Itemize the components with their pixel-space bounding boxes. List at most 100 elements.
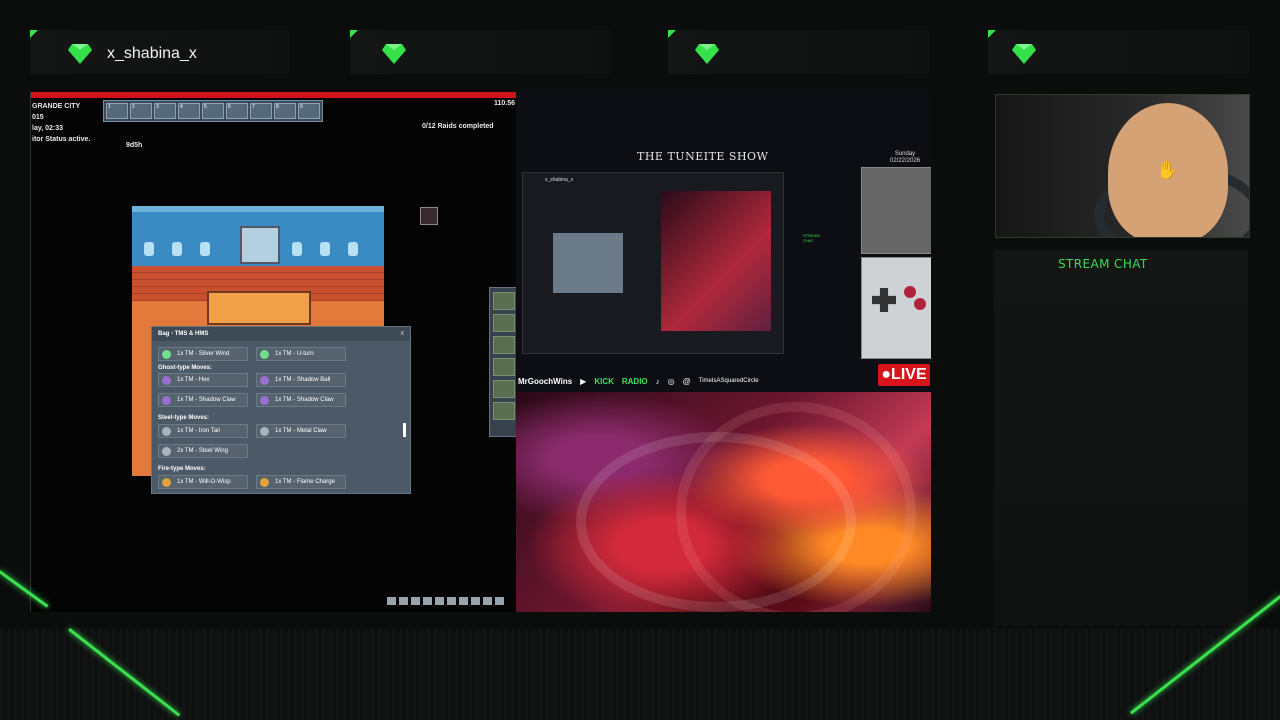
chat-panel[interactable] xyxy=(994,250,1248,626)
tm-label: 1x TM - Metal Claw xyxy=(275,428,327,434)
bag-window[interactable]: Bag - TMS & HMS x 1x TM - Silver Wind 1x… xyxy=(151,326,411,494)
show-title: THE TUNEITE SHOW xyxy=(637,150,769,163)
hotbar-slot[interactable]: 9 xyxy=(298,103,320,119)
taskbar-icon[interactable] xyxy=(399,597,408,605)
tm-item[interactable]: 1x TM - Metal Claw xyxy=(256,424,346,438)
hotbar-slot[interactable]: 6 xyxy=(226,103,248,119)
tool-button[interactable] xyxy=(493,292,515,310)
mini-chat-label: STREAM CHAT xyxy=(803,233,820,243)
taskbar-icon[interactable] xyxy=(435,597,444,605)
hotbar-slot[interactable]: 4 xyxy=(178,103,200,119)
username: x_shabina_x xyxy=(107,45,197,62)
scene-decor xyxy=(144,242,154,256)
tool-button[interactable] xyxy=(493,402,515,420)
tool-button[interactable] xyxy=(493,314,515,332)
taskbar-icon[interactable] xyxy=(471,597,480,605)
bag-title: Bag - TMS & HMS xyxy=(158,331,209,337)
slot-number: 2 xyxy=(132,104,135,110)
bag-close-button[interactable]: x xyxy=(401,330,405,337)
side-toolbar[interactable] xyxy=(489,287,517,437)
scene-decor xyxy=(348,242,358,256)
tm-item[interactable]: 1x TM - Shadow Ball xyxy=(256,373,346,387)
tm-item[interactable]: 2x TM - Steel Wing xyxy=(158,444,248,458)
tm-label: 1x TM - Silver Wind xyxy=(177,351,230,357)
slot-number: 6 xyxy=(228,104,231,110)
threads-icon: @ xyxy=(682,376,691,386)
slot-number: 7 xyxy=(252,104,255,110)
game-titlebar xyxy=(31,92,517,98)
hotbar-slot[interactable]: 8 xyxy=(274,103,296,119)
kick-label: KICK xyxy=(594,376,614,386)
bag-scrollbar[interactable] xyxy=(403,423,406,437)
circle-handle: TimeIsASquaredCircle xyxy=(698,378,759,384)
slot-number: 1 xyxy=(108,104,111,110)
taskbar-icon[interactable] xyxy=(423,597,432,605)
gem-icon xyxy=(68,44,92,64)
social-bar: MrGoochWins ▶ KICK RADIO ♪ ◎ @ TimeIsASq… xyxy=(516,370,931,392)
hotbar-slot[interactable]: 7 xyxy=(250,103,272,119)
tm-label: 1x TM - Shadow Ball xyxy=(275,377,331,383)
date-display: Sunday 02/22/2026 xyxy=(890,151,920,165)
taskbar-icon[interactable] xyxy=(411,597,420,605)
live-badge: ●LIVE xyxy=(878,364,930,386)
mini-camera xyxy=(861,167,931,254)
button-icon xyxy=(914,298,926,310)
game-taskbar[interactable] xyxy=(387,597,504,605)
stream-chat-label: STREAM CHAT xyxy=(1058,257,1148,271)
hud-line2: 015 xyxy=(32,114,44,121)
tm-item[interactable]: 1x TM - Iron Tail xyxy=(158,424,248,438)
tm-item[interactable]: 1x TM - Silver Wind xyxy=(158,347,248,361)
taskbar-icon[interactable] xyxy=(483,597,492,605)
slot-number: 5 xyxy=(204,104,207,110)
gem-icon xyxy=(1012,44,1036,64)
tm-item[interactable]: 1x TM - Flame Charge xyxy=(256,475,346,489)
tm-item[interactable]: 1x TM - Shadow Claw xyxy=(256,393,346,407)
tool-button[interactable] xyxy=(493,380,515,398)
hotbar-slot[interactable]: 2 xyxy=(130,103,152,119)
tm-label: 1x TM - U-turn xyxy=(275,351,314,357)
tm-label: 1x TM - Shadow Claw xyxy=(177,397,236,403)
category-ghost: Ghost-type Moves: xyxy=(158,365,213,371)
hotbar-slot[interactable]: 1 xyxy=(106,103,128,119)
hud-status: itor Status active. xyxy=(32,136,91,143)
tm-item[interactable]: 1x TM - U-turn xyxy=(256,347,346,361)
tool-button[interactable] xyxy=(493,336,515,354)
tm-label: 2x TM - Steel Wing xyxy=(177,448,228,454)
tm-label: 1x TM - Iron Tail xyxy=(177,428,220,434)
gem-icon xyxy=(695,44,719,64)
tiktok-icon: ♪ xyxy=(655,376,660,386)
wallpaper-wave xyxy=(676,402,916,612)
gem-icon xyxy=(382,44,406,64)
scene-door xyxy=(240,226,280,264)
raid-icon[interactable] xyxy=(420,207,438,225)
tm-label: 1x TM - Hex xyxy=(177,377,210,383)
taskbar-icon[interactable] xyxy=(495,597,504,605)
slot-number: 4 xyxy=(180,104,183,110)
tm-item[interactable]: 1x TM - Will-O-Wisp xyxy=(158,475,248,489)
tm-item[interactable]: 1x TM - Hex xyxy=(158,373,248,387)
scene-counter xyxy=(207,291,311,325)
mini-game xyxy=(553,233,623,293)
webcam: ✋ xyxy=(995,94,1250,238)
category-steel: Steel-type Moves: xyxy=(158,415,210,421)
scene-decor xyxy=(320,242,330,256)
item-hotbar[interactable]: 1 2 3 4 5 6 7 8 9 xyxy=(103,100,323,122)
hotbar-slot[interactable]: 5 xyxy=(202,103,224,119)
hotbar-slot[interactable]: 3 xyxy=(154,103,176,119)
mini-overlay: x_shabina_x STREAM CHAT xyxy=(522,172,820,354)
bag-list[interactable]: 1x TM - Silver Wind 1x TM - U-turn Ghost… xyxy=(152,341,410,493)
location-label: GRANDE CITY xyxy=(32,103,81,110)
date-value: 02/22/2026 xyxy=(890,158,921,164)
taskbar-icon[interactable] xyxy=(447,597,456,605)
fps-readout: 110.56 xyxy=(494,100,516,107)
game-window[interactable]: GRANDE CITY 015 lay, 02:33 itor Status a… xyxy=(30,92,517,612)
hand-icon: ✋ xyxy=(1156,160,1179,180)
taskbar-icon[interactable] xyxy=(387,597,396,605)
mini-username: x_shabina_x xyxy=(545,177,574,183)
mini-stream xyxy=(661,191,771,331)
stream-preview: THE TUNEITE SHOW Sunday 02/22/2026 x_shab… xyxy=(516,92,931,612)
play-icon: ▶ xyxy=(580,376,587,386)
taskbar-icon[interactable] xyxy=(459,597,468,605)
tm-item[interactable]: 1x TM - Shadow Claw xyxy=(158,393,248,407)
tool-button[interactable] xyxy=(493,358,515,376)
